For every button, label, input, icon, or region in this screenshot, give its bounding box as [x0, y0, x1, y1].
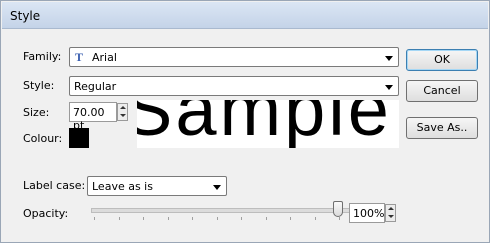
slider-tick: [290, 217, 291, 220]
label-case-label: Label case:: [23, 179, 86, 192]
chevron-down-icon: [385, 85, 393, 90]
dialog-title: Style: [10, 9, 41, 23]
family-dropdown[interactable]: T Arial: [69, 47, 399, 67]
size-spinner[interactable]: [117, 103, 128, 121]
opacity-slider-thumb[interactable]: [333, 201, 343, 217]
title-bar: Style: [2, 2, 488, 29]
spin-down-icon[interactable]: [120, 114, 126, 117]
colour-swatch[interactable]: [69, 128, 89, 148]
slider-tick: [192, 217, 193, 220]
size-label: Size:: [23, 106, 50, 119]
style-dropdown[interactable]: Regular: [69, 76, 399, 96]
opacity-value: 100%: [353, 207, 385, 220]
spin-down-icon[interactable]: [388, 215, 394, 218]
dialog-body: Family: T Arial Style: Regular Size: 70.…: [9, 32, 487, 238]
cancel-button[interactable]: Cancel: [406, 80, 478, 102]
style-label: Style:: [23, 79, 55, 92]
slider-tick: [118, 217, 120, 220]
opacity-input[interactable]: 100%: [349, 203, 385, 223]
chevron-down-icon: [213, 185, 221, 190]
slider-tick: [241, 217, 242, 220]
sample-preview: Sample: [137, 100, 399, 148]
font-icon: T: [75, 50, 84, 64]
slider-tick: [167, 217, 169, 220]
style-value: Regular: [74, 80, 117, 93]
family-label: Family:: [23, 50, 62, 63]
slider-tick: [94, 217, 95, 220]
label-case-dropdown[interactable]: Leave as is: [87, 176, 227, 196]
save-as-button[interactable]: Save As..: [406, 117, 478, 139]
colour-label: Colour:: [23, 132, 63, 145]
spin-up-icon[interactable]: [120, 106, 126, 109]
style-dialog: Style Family: T Arial Style: Regular Siz…: [0, 0, 490, 243]
chevron-down-icon: [385, 56, 393, 61]
opacity-slider-track[interactable]: [91, 208, 351, 213]
spin-up-icon[interactable]: [388, 207, 394, 210]
slider-tick: [216, 217, 218, 220]
sample-text: Sample: [137, 100, 392, 148]
ok-button[interactable]: OK: [406, 49, 478, 71]
label-case-value: Leave as is: [92, 180, 153, 193]
opacity-label: Opacity:: [23, 207, 69, 220]
slider-tick: [143, 217, 144, 220]
slider-tick: [339, 217, 340, 220]
opacity-spinner[interactable]: [385, 204, 396, 222]
slider-tick: [265, 217, 267, 220]
slider-tick: [314, 217, 316, 220]
family-value: Arial: [92, 51, 117, 64]
size-input[interactable]: 70.00 pt: [69, 102, 117, 132]
